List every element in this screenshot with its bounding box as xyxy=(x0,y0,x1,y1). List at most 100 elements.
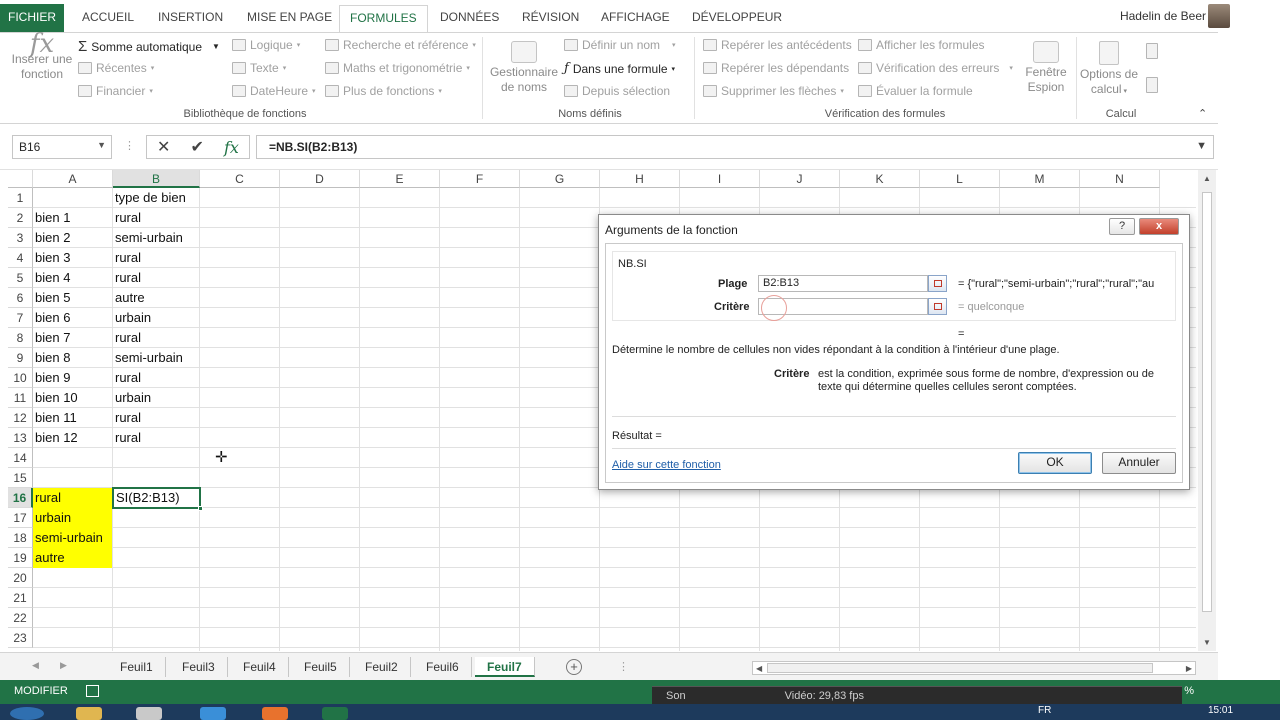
critere-input[interactable] xyxy=(758,295,928,321)
cell-a8[interactable]: bien 7 xyxy=(33,328,112,348)
row-header-20[interactable]: 20 xyxy=(8,568,33,588)
row-header-22[interactable]: 22 xyxy=(8,608,33,628)
cell-a7[interactable]: bien 6 xyxy=(33,308,112,328)
tab-revision[interactable]: RÉVISION xyxy=(512,8,589,32)
fill-handle[interactable] xyxy=(198,506,203,511)
collapse-dialog-plage-button[interactable] xyxy=(928,275,947,292)
clock[interactable]: 15:01 xyxy=(1208,705,1233,716)
remove-arrows-button[interactable]: Supprimer les flèches ▾ xyxy=(703,84,844,98)
cell-a19[interactable]: autre xyxy=(33,548,112,568)
row-header-5[interactable]: 5 xyxy=(8,268,33,288)
row-header-16[interactable]: 16 xyxy=(8,488,33,508)
sheet-tab-feuil5[interactable]: Feuil5 xyxy=(292,657,350,677)
insert-function-button[interactable]: fx Insérer une fonction xyxy=(8,31,76,82)
cell-b1[interactable]: type de bien xyxy=(113,188,199,208)
cancel-x-icon[interactable]: ✕ xyxy=(157,137,170,157)
use-in-formula-button[interactable]: ƒ Dans une formule ▾ xyxy=(564,61,675,76)
cell-b7[interactable]: urbain xyxy=(113,308,199,328)
column-header-c[interactable]: C xyxy=(200,170,280,188)
horizontal-scroll-thumb[interactable] xyxy=(767,663,1153,673)
name-box[interactable]: B16 ▼ xyxy=(12,135,112,159)
define-name-button[interactable]: Définir un nom ▾ xyxy=(564,38,676,52)
more-functions-button[interactable]: Plus de fonctions ▾ xyxy=(325,84,442,98)
column-header-f[interactable]: F xyxy=(440,170,520,188)
add-sheet-icon[interactable]: + xyxy=(566,659,582,675)
column-header-h[interactable]: H xyxy=(600,170,680,188)
financial-functions-button[interactable]: Financier ▾ xyxy=(78,84,153,98)
zoom-percent[interactable]: % xyxy=(1184,685,1194,697)
lookup-functions-button[interactable]: Recherche et référence ▾ xyxy=(325,38,476,52)
name-manager-button[interactable]: Gestionnaire de noms xyxy=(488,41,560,95)
column-header-g[interactable]: G xyxy=(520,170,600,188)
row-header-8[interactable]: 8 xyxy=(8,328,33,348)
cell-b10[interactable]: rural xyxy=(113,368,199,388)
next-sheet-icon[interactable]: ▶ xyxy=(60,660,67,671)
sheet-tab-feuil4[interactable]: Feuil4 xyxy=(231,657,289,677)
row-header-7[interactable]: 7 xyxy=(8,308,33,328)
tab-mise-en-page[interactable]: MISE EN PAGE xyxy=(237,8,342,32)
start-icon[interactable] xyxy=(10,707,44,720)
row-header-3[interactable]: 3 xyxy=(8,228,33,248)
sheet-tab-feuil6[interactable]: Feuil6 xyxy=(414,657,472,677)
language-indicator[interactable]: FR xyxy=(1038,705,1051,716)
sheet-tab-feuil3[interactable]: Feuil3 xyxy=(170,657,228,677)
active-cell-b16[interactable]: SI(B2:B13) xyxy=(112,487,203,511)
row-header-9[interactable]: 9 xyxy=(8,348,33,368)
column-header-j[interactable]: J xyxy=(760,170,840,188)
ok-button[interactable]: OK xyxy=(1018,452,1092,474)
watch-window-button[interactable]: Fenêtre Espion xyxy=(1018,41,1074,95)
row-header-23[interactable]: 23 xyxy=(8,628,33,648)
calculate-sheet-icon[interactable] xyxy=(1146,77,1158,93)
fx-icon[interactable]: fx xyxy=(224,138,239,157)
cell-b6[interactable]: autre xyxy=(113,288,199,308)
tab-developpeur[interactable]: DÉVELOPPEUR xyxy=(682,8,792,32)
drag-handle-icon[interactable]: ⋮ xyxy=(618,660,629,673)
tab-affichage[interactable]: AFFICHAGE xyxy=(591,8,680,32)
cell-b11[interactable]: urbain xyxy=(113,388,199,408)
datetime-functions-button[interactable]: DateHeure ▾ xyxy=(232,84,316,98)
folder-icon[interactable] xyxy=(76,707,102,720)
cell-b12[interactable]: rural xyxy=(113,408,199,428)
cell-a2[interactable]: bien 1 xyxy=(33,208,112,228)
column-header-a[interactable]: A xyxy=(33,170,113,188)
cell-a4[interactable]: bien 3 xyxy=(33,248,112,268)
math-functions-button[interactable]: Maths et trigonométrie ▾ xyxy=(325,61,470,75)
text-functions-button[interactable]: Texte ▾ xyxy=(232,61,286,75)
row-header-14[interactable]: 14 xyxy=(8,448,33,468)
row-header-13[interactable]: 13 xyxy=(8,428,33,448)
excel-icon[interactable] xyxy=(322,707,348,720)
help-link[interactable]: Aide sur cette fonction xyxy=(612,459,721,471)
row-header-6[interactable]: 6 xyxy=(8,288,33,308)
cell-b8[interactable]: rural xyxy=(113,328,199,348)
sheet-tab-feuil7[interactable]: Feuil7 xyxy=(475,657,535,677)
scroll-down-icon[interactable]: ▼ xyxy=(1203,638,1211,647)
row-header-2[interactable]: 2 xyxy=(8,208,33,228)
select-all-corner[interactable] xyxy=(8,170,33,188)
firefox-icon[interactable] xyxy=(262,707,288,720)
row-header-11[interactable]: 11 xyxy=(8,388,33,408)
row-header-1[interactable]: 1 xyxy=(8,188,33,208)
column-header-b[interactable]: B xyxy=(113,170,200,188)
cell-a10[interactable]: bien 9 xyxy=(33,368,112,388)
drag-handle-icon[interactable]: ⋮ xyxy=(124,139,135,152)
plage-input[interactable]: B2:B13 xyxy=(758,275,928,292)
cell-a13[interactable]: bien 12 xyxy=(33,428,112,448)
close-button[interactable]: x xyxy=(1139,218,1179,235)
row-header-21[interactable]: 21 xyxy=(8,588,33,608)
formula-input[interactable]: =NB.SI(B2:B13) ▼ xyxy=(256,135,1214,159)
scroll-left-icon[interactable]: ◀ xyxy=(756,664,762,673)
tab-insertion[interactable]: INSERTION xyxy=(148,8,233,32)
cell-a6[interactable]: bien 5 xyxy=(33,288,112,308)
tab-accueil[interactable]: ACCUEIL xyxy=(72,8,144,32)
cell-b3[interactable]: semi-urbain xyxy=(113,228,199,248)
row-header-4[interactable]: 4 xyxy=(8,248,33,268)
cell-b5[interactable]: rural xyxy=(113,268,199,288)
column-header-k[interactable]: K xyxy=(840,170,920,188)
recent-functions-button[interactable]: Récentes ▾ xyxy=(78,61,154,75)
column-header-d[interactable]: D xyxy=(280,170,360,188)
cell-a16[interactable]: rural xyxy=(33,488,112,508)
column-header-n[interactable]: N xyxy=(1080,170,1160,188)
cell-b2[interactable]: rural xyxy=(113,208,199,228)
cell-b13[interactable]: rural xyxy=(113,428,199,448)
cell-b9[interactable]: semi-urbain xyxy=(113,348,199,368)
